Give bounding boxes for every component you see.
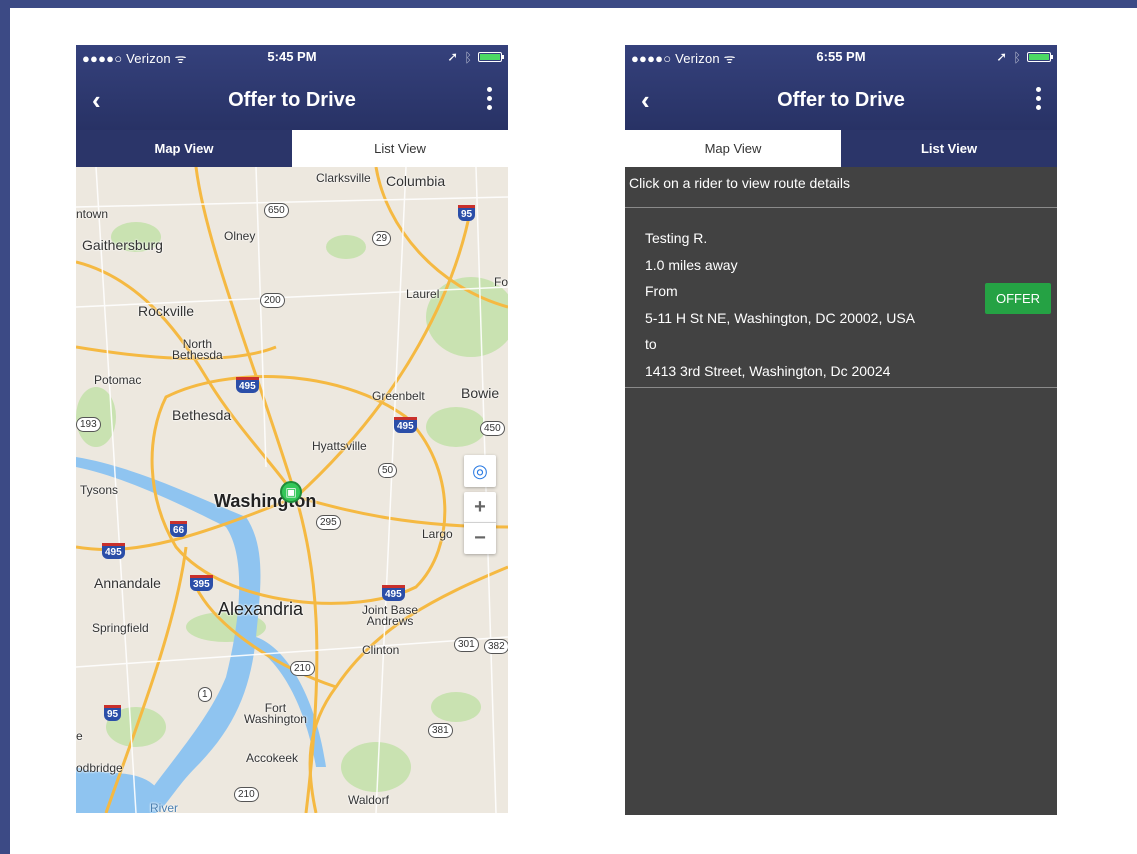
route-shield-icon: 395 bbox=[190, 575, 213, 591]
route-shield-icon: 95 bbox=[104, 705, 122, 721]
map-label: odbridge bbox=[76, 761, 123, 775]
tab-map-view[interactable]: Map View bbox=[625, 130, 841, 167]
more-menu-icon[interactable] bbox=[1033, 87, 1043, 113]
route-shield-icon: 210 bbox=[290, 661, 315, 676]
map-label: Fort Washington bbox=[244, 701, 307, 726]
route-shield-icon: 450 bbox=[480, 421, 505, 436]
to-address: 1413 3rd Street, Washington, Dc 20024 bbox=[645, 362, 891, 379]
map-label: Alexandria bbox=[218, 599, 304, 619]
page-title: Offer to Drive bbox=[777, 89, 905, 111]
map-label: Clinton bbox=[362, 643, 400, 657]
location-arrow-icon: ➚ bbox=[996, 49, 1008, 64]
map-label: Waldorf bbox=[348, 793, 389, 807]
from-label: From bbox=[645, 283, 678, 299]
map-label: Joint Base Andrews bbox=[362, 603, 419, 628]
tab-map-view[interactable]: Map View bbox=[76, 130, 292, 167]
map-label: Accokeek bbox=[246, 751, 299, 765]
map-label: Laurel bbox=[406, 287, 440, 301]
route-shield-icon: 295 bbox=[316, 515, 341, 530]
map-label: Rockville bbox=[138, 303, 195, 319]
nav-bar: ‹ Offer to Drive bbox=[76, 81, 508, 121]
phone-map-view: ●●●●○ Verizon ᯤ 5:45 PM ➚ ᛒ ‹ Offer to D… bbox=[76, 45, 508, 813]
zoom-in-button[interactable]: + bbox=[464, 492, 496, 523]
my-location-icon[interactable]: ◎ bbox=[464, 455, 496, 487]
app-header: ●●●●○ Verizon ᯤ 5:45 PM ➚ ᛒ ‹ Offer to D… bbox=[76, 45, 508, 130]
map-label: North Bethesda bbox=[172, 337, 223, 362]
map-label: e bbox=[76, 729, 83, 743]
map-label: Olney bbox=[224, 229, 256, 243]
battery-icon bbox=[478, 52, 504, 62]
map-label: Greenbelt bbox=[372, 389, 425, 403]
to-label: to bbox=[645, 336, 657, 352]
rider-list-item[interactable]: Testing R. 1.0 miles away From 5-11 H St… bbox=[645, 225, 915, 384]
rider-list: Click on a rider to view route details T… bbox=[625, 167, 1057, 815]
status-right: ➚ ᛒ bbox=[996, 49, 1053, 65]
route-shield-icon: 495 bbox=[394, 417, 417, 433]
map-label: Potomac bbox=[94, 373, 142, 387]
map-label: Gaithersburg bbox=[82, 237, 163, 253]
map-label: Clarksville bbox=[316, 171, 371, 185]
divider bbox=[625, 387, 1057, 388]
route-shield-icon: 1 bbox=[198, 687, 212, 702]
map-label: Bowie bbox=[461, 385, 500, 401]
offer-button[interactable]: OFFER bbox=[985, 283, 1051, 314]
map-label: Fo bbox=[494, 275, 508, 289]
route-shield-icon: 382 bbox=[484, 639, 508, 654]
route-shield-icon: 66 bbox=[170, 521, 188, 537]
tab-list-view[interactable]: List View bbox=[292, 130, 508, 167]
map-label: Tysons bbox=[80, 483, 119, 497]
bluetooth-icon: ᛒ bbox=[464, 49, 472, 65]
route-shield-icon: 495 bbox=[236, 377, 259, 393]
status-right: ➚ ᛒ bbox=[447, 49, 504, 65]
status-bar: ●●●●○ Verizon ᯤ 5:45 PM ➚ ᛒ bbox=[76, 45, 508, 67]
map-label: Bethesda bbox=[172, 407, 232, 423]
phone-list-view: ●●●●○ Verizon ᯤ 6:55 PM ➚ ᛒ ‹ Offer to D… bbox=[625, 45, 1057, 815]
view-tabs: Map View List View bbox=[76, 130, 508, 167]
map[interactable]: Clarksville Columbia ntown Gaithersburg … bbox=[76, 167, 508, 813]
map-label: Springfield bbox=[92, 621, 149, 635]
route-shield-icon: 650 bbox=[264, 203, 289, 218]
status-time: 6:55 PM bbox=[816, 49, 866, 64]
route-shield-icon: 200 bbox=[260, 293, 285, 308]
route-shield-icon: 495 bbox=[382, 585, 405, 601]
location-arrow-icon: ➚ bbox=[447, 49, 459, 64]
status-time: 5:45 PM bbox=[267, 49, 317, 64]
rider-name: Testing R. bbox=[645, 230, 708, 246]
route-shield-icon: 210 bbox=[234, 787, 259, 802]
view-tabs: Map View List View bbox=[625, 130, 1057, 167]
route-shield-icon: 193 bbox=[76, 417, 101, 432]
bus-marker-icon[interactable]: ▣ bbox=[280, 481, 302, 503]
map-label: ntown bbox=[76, 207, 109, 221]
rider-distance: 1.0 miles away bbox=[645, 256, 738, 273]
route-shield-icon: 50 bbox=[378, 463, 398, 478]
nav-bar: ‹ Offer to Drive bbox=[625, 81, 1057, 121]
divider bbox=[625, 207, 1057, 208]
route-shield-icon: 29 bbox=[372, 231, 392, 246]
more-menu-icon[interactable] bbox=[484, 87, 494, 113]
map-label: Columbia bbox=[386, 173, 446, 189]
map-label: Annandale bbox=[94, 575, 161, 591]
from-address: 5-11 H St NE, Washington, DC 20002, USA bbox=[645, 309, 916, 326]
map-label: River bbox=[150, 801, 179, 813]
status-bar: ●●●●○ Verizon ᯤ 6:55 PM ➚ ᛒ bbox=[625, 45, 1057, 67]
tab-list-view[interactable]: List View bbox=[841, 130, 1057, 167]
route-shield-icon: 95 bbox=[458, 205, 476, 221]
route-shield-icon: 301 bbox=[454, 637, 479, 652]
page-title: Offer to Drive bbox=[228, 89, 356, 111]
bluetooth-icon: ᛒ bbox=[1013, 49, 1021, 65]
app-header: ●●●●○ Verizon ᯤ 6:55 PM ➚ ᛒ ‹ Offer to D… bbox=[625, 45, 1057, 130]
route-shield-icon: 381 bbox=[428, 723, 453, 738]
route-shield-icon: 495 bbox=[102, 543, 125, 559]
map-label: Largo bbox=[422, 527, 453, 541]
zoom-out-button[interactable]: − bbox=[464, 523, 496, 554]
map-label: Hyattsville bbox=[312, 439, 367, 453]
list-instructions: Click on a rider to view route details bbox=[629, 175, 850, 191]
battery-icon bbox=[1027, 52, 1053, 62]
